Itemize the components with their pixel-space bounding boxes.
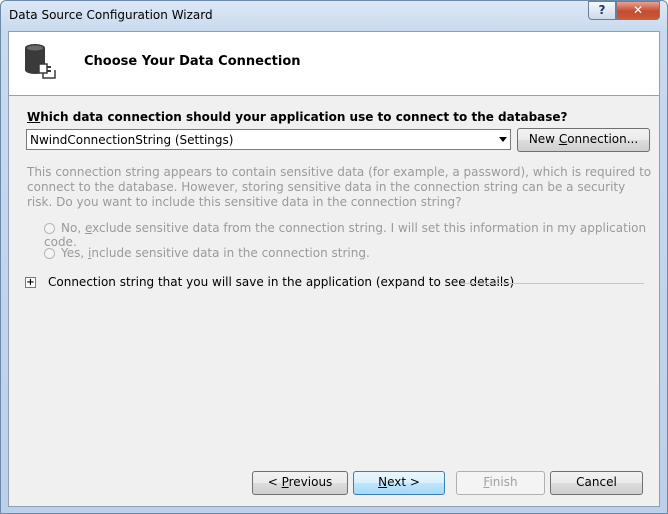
- wizard-client-area: Choose Your Data Connection Which data c…: [8, 31, 660, 507]
- previous-rest: revious: [288, 475, 333, 489]
- help-button[interactable]: ?: [588, 1, 616, 20]
- cancel-button[interactable]: Cancel: [550, 471, 643, 495]
- include-option-prefix: Yes,: [61, 246, 88, 260]
- connection-string-expander[interactable]: + Connection string that you will save i…: [25, 275, 651, 293]
- wizard-window: Data Source Configuration Wizard ? ✕ Cho…: [0, 0, 668, 514]
- page-title: Choose Your Data Connection: [84, 54, 301, 69]
- connection-select-value: NwindConnectionString (Settings): [30, 133, 234, 147]
- new-connection-rest: onnection...: [567, 132, 639, 146]
- new-connection-button[interactable]: New Connection...: [517, 128, 650, 152]
- connection-select[interactable]: NwindConnectionString (Settings): [26, 129, 511, 150]
- window-title: Data Source Configuration Wizard: [9, 8, 213, 22]
- connection-question-label: Which data connection should your applic…: [27, 110, 568, 124]
- expander-divider: [461, 283, 644, 284]
- finish-rest: inish: [489, 475, 518, 489]
- exclude-sensitive-option[interactable]: No, exclude sensitive data from the conn…: [44, 221, 659, 249]
- expander-label[interactable]: Connection string that you will save in …: [48, 275, 514, 289]
- next-rest: ext >: [387, 475, 420, 489]
- previous-button[interactable]: < Previous: [252, 471, 348, 495]
- previous-mnemonic: P: [281, 475, 289, 489]
- exclude-option-rest: xclude sensitive data from the connectio…: [44, 221, 647, 249]
- title-bar[interactable]: Data Source Configuration Wizard ? ✕: [1, 1, 667, 31]
- exclude-option-prefix: No,: [61, 221, 85, 235]
- sensitive-data-description: This connection string appears to contai…: [27, 165, 652, 209]
- close-button[interactable]: ✕: [616, 1, 660, 20]
- previous-prefix: <: [267, 475, 282, 489]
- new-connection-prefix: New: [528, 132, 559, 146]
- include-sensitive-radio[interactable]: [44, 248, 55, 259]
- next-button[interactable]: Next >: [353, 471, 445, 495]
- finish-button[interactable]: Finish: [456, 471, 545, 495]
- include-sensitive-option[interactable]: Yes, include sensitive data in the conne…: [44, 246, 370, 260]
- exclude-sensitive-radio[interactable]: [44, 223, 55, 234]
- wizard-header: Choose Your Data Connection: [9, 32, 659, 96]
- expand-plus-icon[interactable]: +: [25, 277, 36, 288]
- database-plug-icon: [25, 44, 56, 79]
- question-text: hich data connection should your applica…: [40, 110, 568, 124]
- next-mnemonic: N: [378, 475, 388, 489]
- chevron-down-icon[interactable]: [499, 137, 507, 142]
- new-connection-mnemonic: C: [558, 132, 568, 146]
- include-option-rest: nclude sensitive data in the connection …: [91, 246, 370, 260]
- question-mnemonic: W: [27, 110, 41, 124]
